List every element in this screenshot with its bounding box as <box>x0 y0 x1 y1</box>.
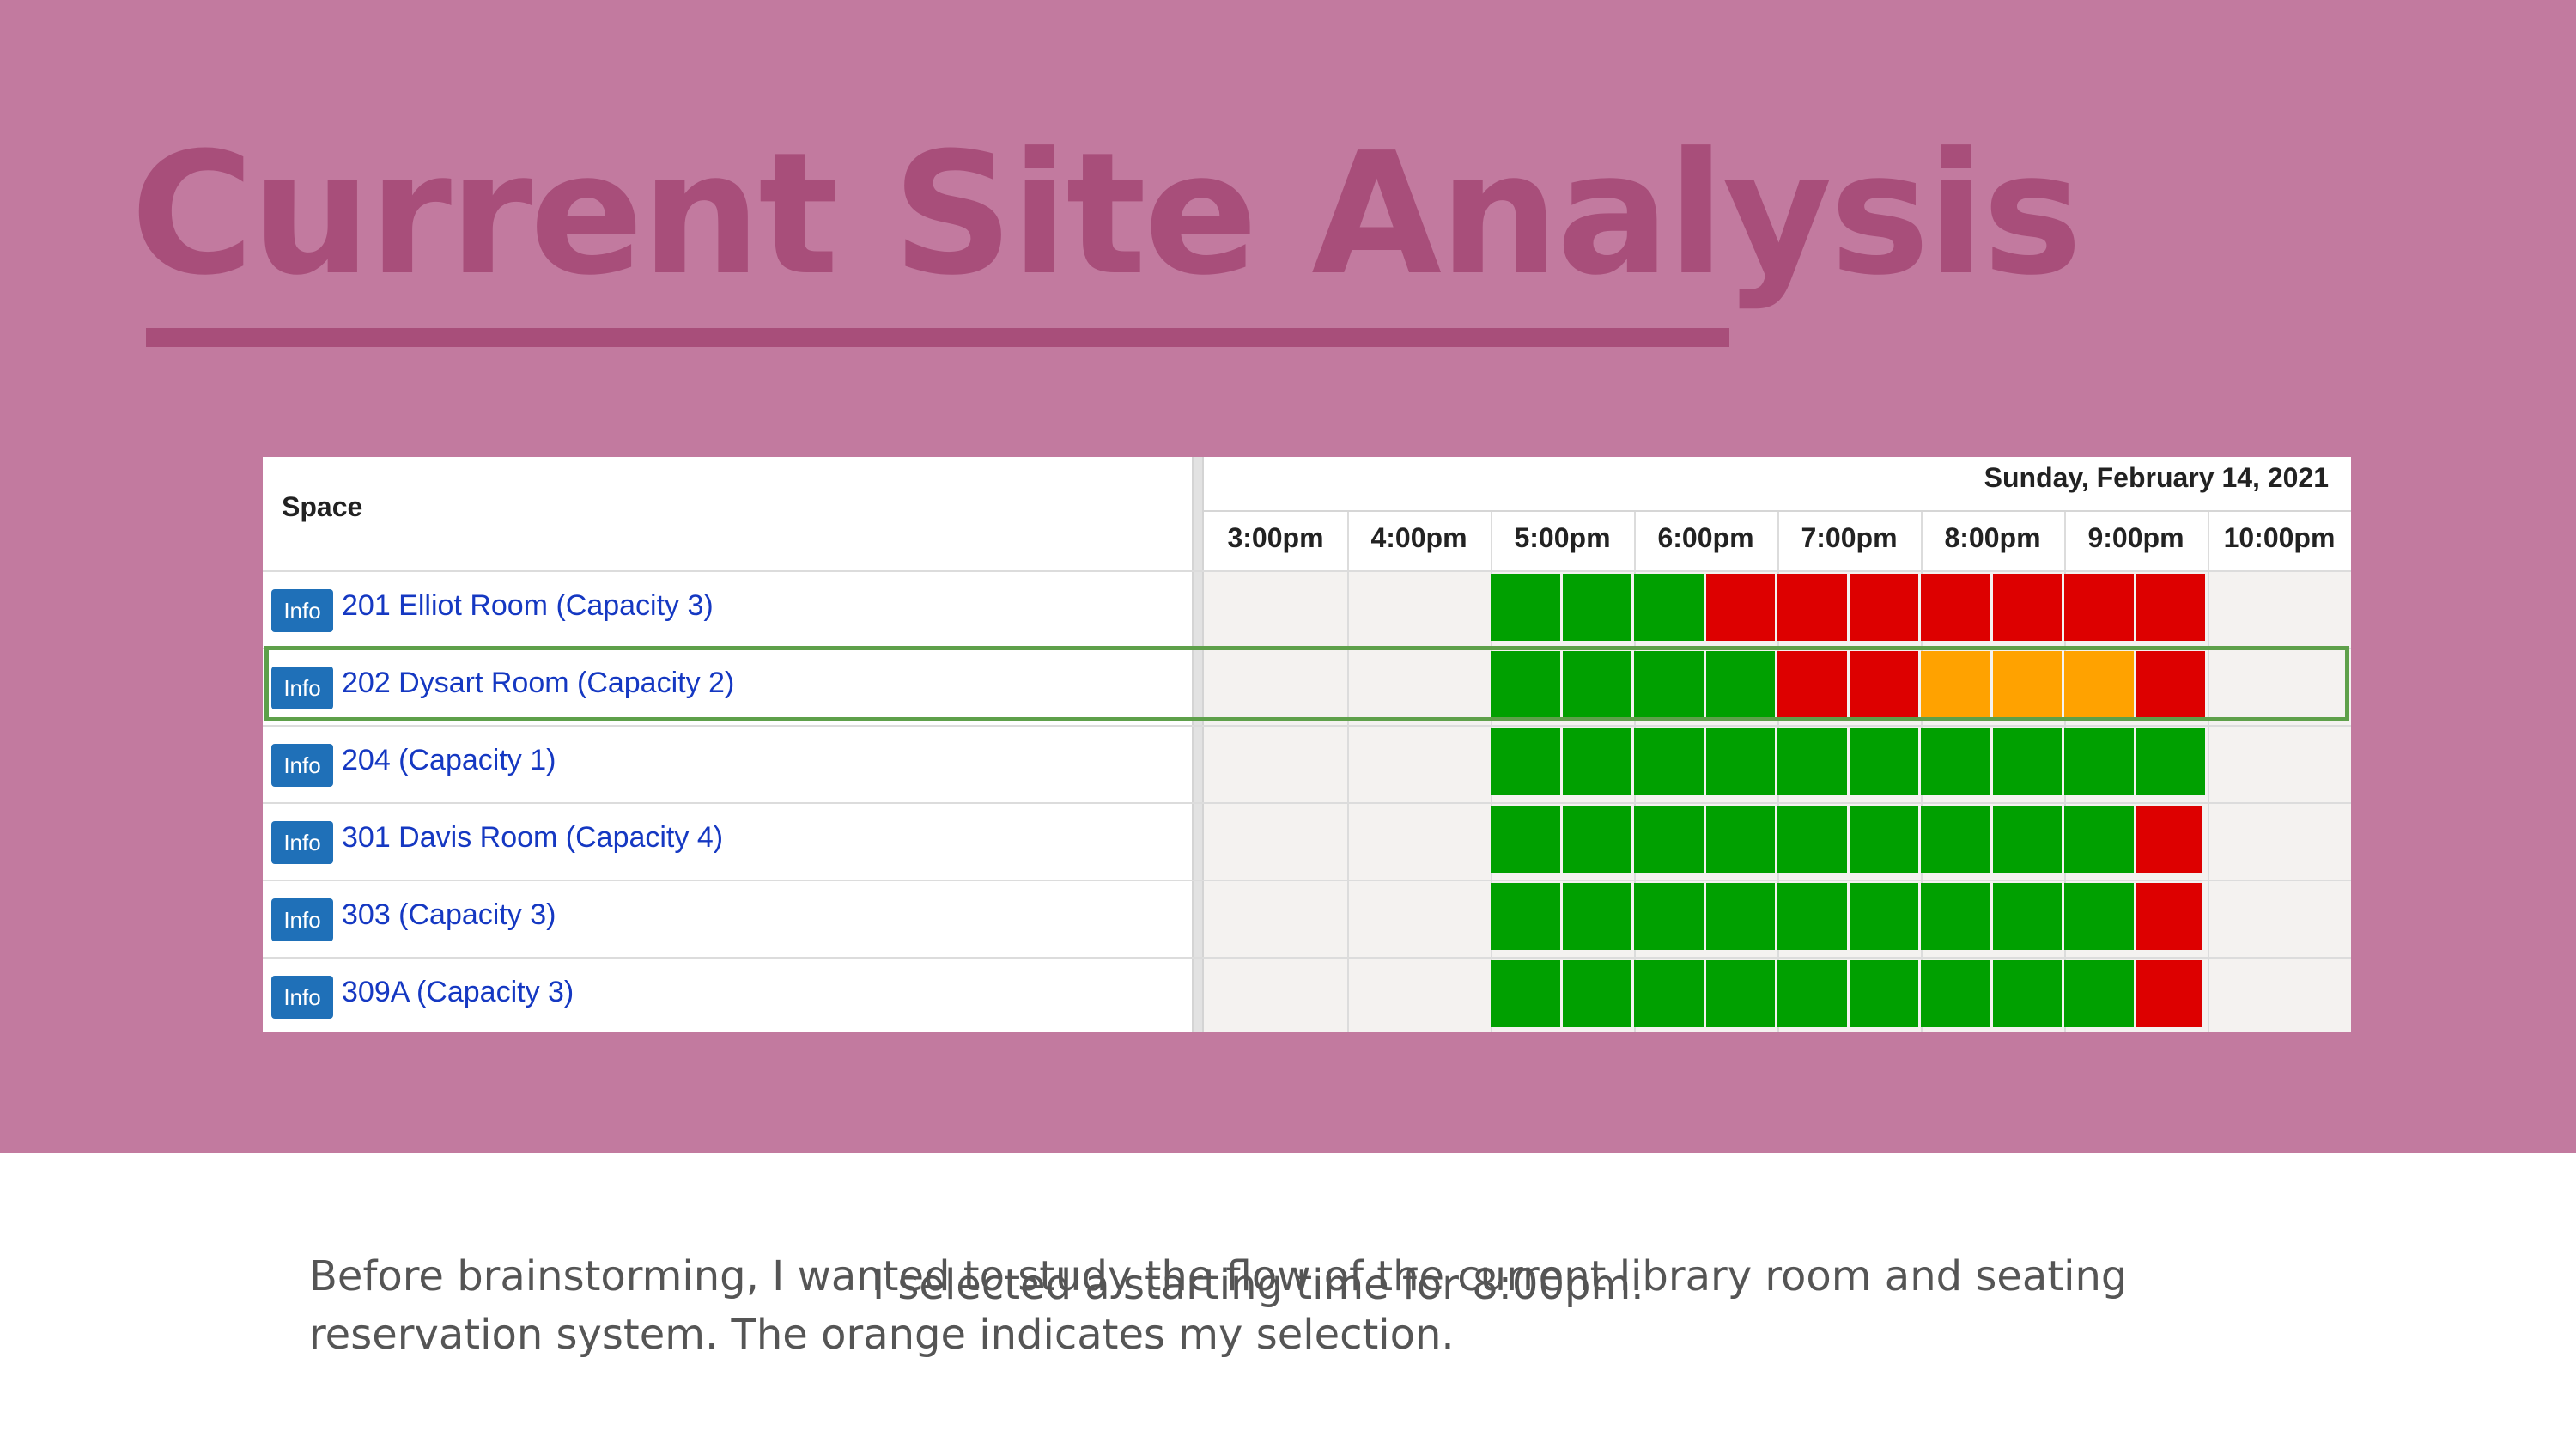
time-slot-cell-green[interactable] <box>2064 883 2134 950</box>
row-divider <box>263 725 2351 727</box>
time-slot-cell-green[interactable] <box>1992 728 2062 795</box>
time-slot-cell-green[interactable] <box>1849 883 1918 950</box>
time-slot-cell-green[interactable] <box>1491 960 1560 1027</box>
time-slot-cell-red <box>2064 574 2134 641</box>
time-slot-cell-green[interactable] <box>1491 574 1560 641</box>
info-button[interactable]: Info <box>271 898 333 941</box>
time-slot-cell-red <box>2136 883 2202 950</box>
room-name-link[interactable]: 309A (Capacity 3) <box>342 976 574 1009</box>
column-resize-handle[interactable] <box>1192 457 1204 1032</box>
time-slot-cell-green[interactable] <box>1705 960 1775 1027</box>
time-slot-cell-green[interactable] <box>1849 806 1918 873</box>
room-name-link[interactable]: 303 (Capacity 3) <box>342 898 556 932</box>
time-slot-cell-green[interactable] <box>1562 883 1631 950</box>
time-slot-header: 4:00pm <box>1370 522 1467 553</box>
time-slot-cell-green[interactable] <box>1921 960 1990 1027</box>
time-column-divider <box>1347 512 1349 1032</box>
slide-title: Current Site Analysis <box>131 117 2082 313</box>
row-divider <box>263 802 2351 804</box>
date-label: Sunday, February 14, 2021 <box>1984 462 2329 493</box>
room-name-link[interactable]: 201 Elliot Room (Capacity 3) <box>342 589 714 623</box>
time-column-divider <box>2208 512 2209 1032</box>
time-slot-cell-green[interactable] <box>1562 806 1631 873</box>
time-slot-cell-green[interactable] <box>1777 806 1847 873</box>
room-name-link[interactable]: 204 (Capacity 1) <box>342 744 556 777</box>
time-slot-cell-green[interactable] <box>1705 806 1775 873</box>
time-slot-cell-green[interactable] <box>2064 728 2134 795</box>
time-slot-cell-green[interactable] <box>1634 574 1704 641</box>
time-slot-cell-green[interactable] <box>2136 728 2205 795</box>
row-divider <box>263 570 2351 572</box>
time-slot-cell-green[interactable] <box>1634 883 1704 950</box>
selected-row-highlight <box>264 646 2349 721</box>
row-divider <box>263 957 2351 959</box>
time-slot-cell-green[interactable] <box>1777 728 1847 795</box>
time-slot-cell-green[interactable] <box>1634 806 1704 873</box>
time-slot-cell-green[interactable] <box>1491 728 1560 795</box>
time-slot-cell-green[interactable] <box>1992 960 2062 1027</box>
row-divider <box>263 880 2351 881</box>
time-slot-cell-green[interactable] <box>1849 960 1918 1027</box>
info-button[interactable]: Info <box>271 589 333 632</box>
room-reservation-grid: Space Sunday, February 14, 2021 3:00pm 4:… <box>263 457 2351 1032</box>
time-slot-cell-green[interactable] <box>1705 728 1775 795</box>
time-slot-cell-green[interactable] <box>1562 960 1631 1027</box>
time-slot-header: 10:00pm <box>2223 522 2336 553</box>
time-slot-header: 9:00pm <box>2087 522 2184 553</box>
time-slot-cell-red <box>2136 960 2202 1027</box>
time-slot-cell-green[interactable] <box>1562 728 1631 795</box>
time-slot-cell-green[interactable] <box>1705 883 1775 950</box>
room-name-link[interactable]: 301 Davis Room (Capacity 4) <box>342 821 723 855</box>
time-slot-header: 7:00pm <box>1801 522 1898 553</box>
info-button[interactable]: Info <box>271 821 333 864</box>
time-slot-cell-green[interactable] <box>1992 806 2062 873</box>
time-slot-cell-red <box>2136 574 2205 641</box>
time-slot-cell-red <box>1777 574 1847 641</box>
time-slot-cell-green[interactable] <box>1634 960 1704 1027</box>
time-slot-cell-red <box>1992 574 2062 641</box>
time-slot-cell-green[interactable] <box>1634 728 1704 795</box>
info-button[interactable]: Info <box>271 976 333 1019</box>
title-underline <box>146 328 1729 347</box>
time-slot-cell-green[interactable] <box>1921 728 1990 795</box>
time-slot-cell-green[interactable] <box>1491 883 1560 950</box>
time-slot-cell-red <box>1705 574 1775 641</box>
time-slot-header: 5:00pm <box>1514 522 1611 553</box>
time-slot-cell-red <box>2136 806 2202 873</box>
time-slot-cell-green[interactable] <box>1777 960 1847 1027</box>
time-slot-cell-green[interactable] <box>2064 806 2134 873</box>
time-slot-cell-green[interactable] <box>2064 960 2134 1027</box>
time-slot-header: 3:00pm <box>1227 522 1324 553</box>
time-slot-cell-green[interactable] <box>1849 728 1918 795</box>
time-slot-cell-green[interactable] <box>1921 806 1990 873</box>
time-slot-header: 8:00pm <box>1944 522 2041 553</box>
time-slot-cell-green[interactable] <box>1777 883 1847 950</box>
time-slot-cell-green[interactable] <box>1562 574 1631 641</box>
time-slot-cell-green[interactable] <box>1992 883 2062 950</box>
time-slot-header: 6:00pm <box>1657 522 1754 553</box>
time-slot-cell-green[interactable] <box>1491 806 1560 873</box>
time-slot-cell-red <box>1849 574 1918 641</box>
space-column-header: Space <box>282 491 363 522</box>
overlay-caption: I selected a starting time for 8:00pm. <box>872 1261 1644 1309</box>
time-slot-cell-red <box>1921 574 1990 641</box>
info-button[interactable]: Info <box>271 744 333 787</box>
time-slot-cell-green[interactable] <box>1921 883 1990 950</box>
